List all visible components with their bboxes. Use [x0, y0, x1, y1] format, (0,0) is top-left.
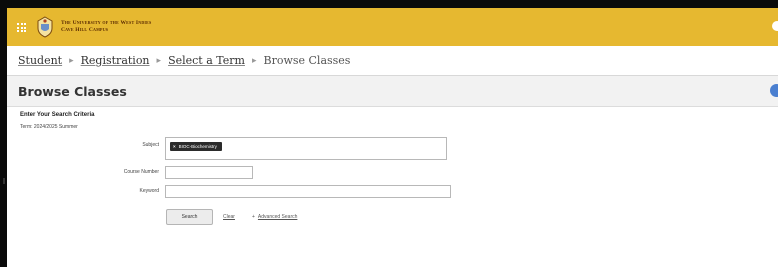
breadcrumb-registration[interactable]: Registration: [81, 54, 150, 67]
apps-grid-icon[interactable]: [17, 23, 26, 32]
breadcrumb-separator-icon: ▸: [156, 55, 162, 66]
breadcrumb-current: Browse Classes: [263, 54, 351, 67]
page-title: Browse Classes: [18, 84, 127, 99]
breadcrumb-separator-icon: ▸: [251, 55, 257, 66]
plus-icon: +: [252, 214, 255, 220]
page-title-bar: Browse Classes: [7, 76, 778, 107]
user-menu-icon[interactable]: [772, 21, 778, 31]
advanced-search-label: Advanced Search: [257, 214, 298, 220]
course-number-label: Course Number: [123, 169, 159, 175]
advanced-search-link[interactable]: + Advanced Search: [252, 214, 297, 220]
window-edge-marker: [3, 178, 5, 184]
university-crest-icon: [37, 16, 53, 38]
keyword-label: Keyword: [139, 188, 159, 194]
institution-name: The University of the West Indies: [61, 20, 152, 26]
help-icon[interactable]: [770, 84, 778, 97]
selected-term: Term: 2024/2025 Summer: [20, 124, 78, 130]
subject-chip[interactable]: × BIOC-Biochemistry: [170, 142, 222, 151]
subject-chip-label: BIOC-Biochemistry: [178, 144, 217, 149]
university-logo-text[interactable]: The University of the West Indies Cave H…: [61, 20, 151, 34]
remove-chip-icon[interactable]: ×: [173, 144, 176, 149]
search-button[interactable]: Search: [166, 209, 213, 225]
subject-multiselect[interactable]: × BIOC-Biochemistry: [165, 137, 447, 160]
keyword-input[interactable]: [165, 185, 451, 198]
breadcrumb: Student ▸ Registration ▸ Select a Term ▸…: [7, 46, 778, 76]
search-criteria-heading: Enter Your Search Criteria: [20, 112, 95, 118]
campus-name: Cave Hill Campus: [61, 27, 109, 33]
top-header-bar: The University of the West Indies Cave H…: [7, 8, 778, 46]
subject-label: Subject: [142, 142, 159, 148]
breadcrumb-select-a-term[interactable]: Select a Term: [168, 54, 245, 67]
breadcrumb-separator-icon: ▸: [69, 55, 74, 66]
browser-viewport: The University of the West Indies Cave H…: [7, 8, 778, 267]
clear-link[interactable]: Clear: [223, 214, 235, 220]
course-number-input[interactable]: [165, 166, 253, 179]
breadcrumb-student[interactable]: Student: [18, 54, 62, 67]
